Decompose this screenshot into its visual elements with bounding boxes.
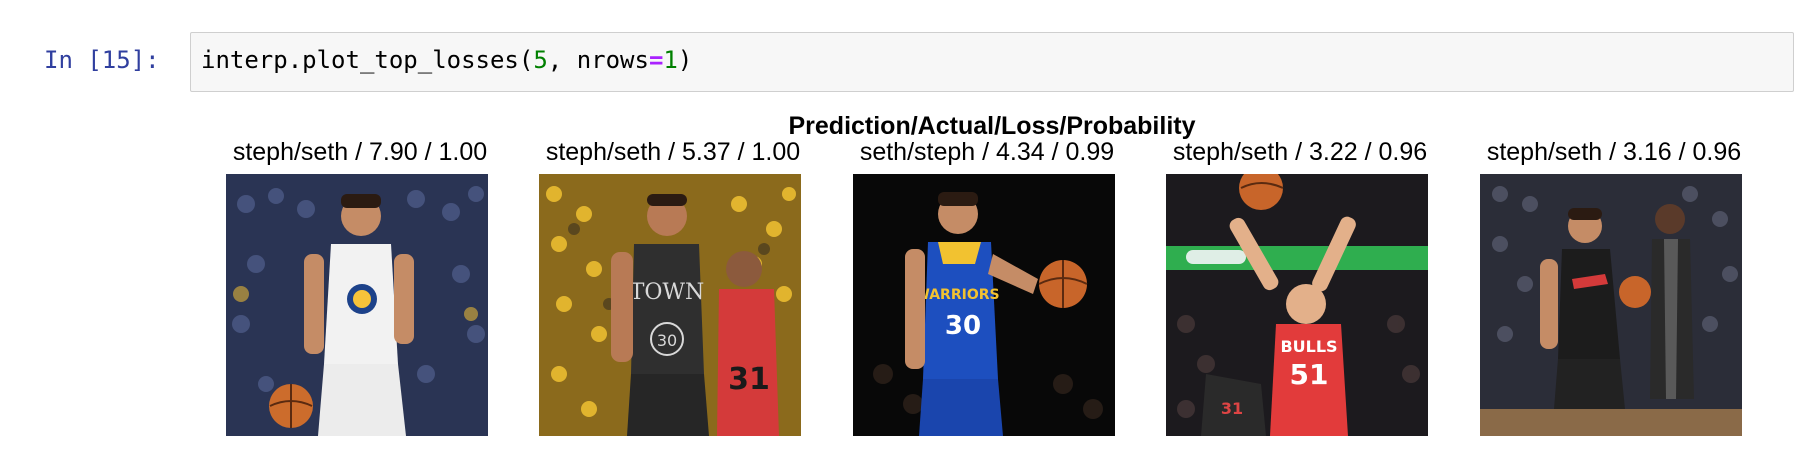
panel-title: steph/seth / 5.37 / 1.00 — [545, 138, 801, 166]
code-arg2: 1 — [663, 46, 678, 74]
panel-title: steph/seth / 3.16 / 0.96 — [1486, 138, 1742, 166]
svg-text:31: 31 — [728, 362, 770, 397]
code-sep: , nrows — [547, 46, 649, 74]
svg-text:TOWN: TOWN — [630, 280, 705, 305]
player-photo: WARRIORS 30 — [853, 174, 1115, 436]
player-photo — [1480, 174, 1742, 436]
svg-text:30: 30 — [945, 311, 981, 341]
player-photo: BULLS 51 31 — [1166, 174, 1428, 436]
loss-panel-5: steph/seth / 3.16 / 0.96 — [1458, 138, 1770, 438]
svg-text:51: 51 — [1290, 358, 1329, 391]
loss-panel-3: seth/steph / 4.34 / 0.99 WARRIORS 30 — [831, 138, 1143, 438]
svg-text:WARRIORS: WARRIORS — [914, 287, 999, 303]
svg-text:BULLS: BULLS — [1280, 337, 1337, 356]
player-photo — [226, 174, 488, 436]
panel-title: seth/steph / 4.34 / 0.99 — [859, 138, 1115, 166]
cell-output: Prediction/Actual/Loss/Probability steph… — [190, 104, 1794, 444]
code-input-area[interactable]: interp.plot_top_losses(5, nrows=1) — [190, 32, 1794, 92]
svg-text:30: 30 — [657, 331, 677, 350]
svg-text:31: 31 — [1221, 399, 1243, 418]
code-eq: = — [648, 46, 664, 74]
panel-title: steph/seth / 7.90 / 1.00 — [232, 138, 488, 166]
figure-suptitle: Prediction/Actual/Loss/Probability — [788, 112, 1196, 140]
code-func: interp.plot_top_losses( — [201, 46, 534, 74]
loss-panel-4: steph/seth / 3.22 / 0.96 BULLS 51 31 — [1144, 138, 1456, 438]
loss-panel-1: steph/seth / 7.90 / 1.00 — [204, 138, 516, 438]
panel-title: steph/seth / 3.22 / 0.96 — [1172, 138, 1428, 166]
player-photo: TOWN 30 31 — [539, 174, 801, 436]
code-line: interp.plot_top_losses(5, nrows=1) — [201, 46, 692, 74]
cell-prompt: In [15]: — [44, 46, 160, 74]
code-close: ) — [677, 46, 693, 74]
loss-panel-2: steph/seth / 5.37 / 1.00 TOWN 30 31 — [517, 138, 829, 438]
code-arg1: 5 — [533, 46, 548, 74]
